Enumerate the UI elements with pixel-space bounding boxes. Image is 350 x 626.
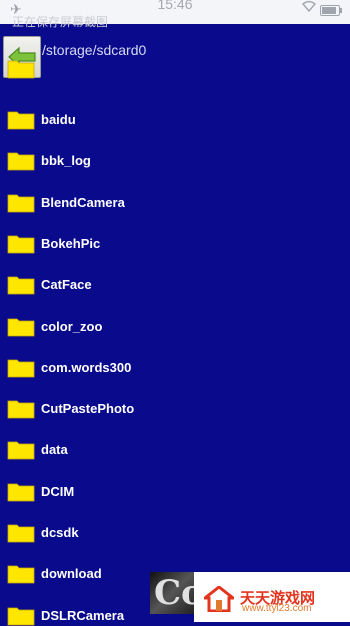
folder-icon bbox=[7, 60, 35, 79]
watermark-brand: 天天游戏网 www.ttyl23.com bbox=[194, 572, 350, 622]
file-name: CutPastePhoto bbox=[41, 401, 135, 417]
file-name: bbk_log bbox=[41, 153, 91, 169]
watermark: Co 天天游戏网 www.ttyl23.com bbox=[150, 572, 350, 622]
list-item[interactable]: dcsdk bbox=[0, 499, 350, 543]
battery-icon bbox=[320, 5, 342, 16]
list-item[interactable]: BlendCamera bbox=[0, 169, 350, 212]
list-item[interactable]: color_zoo bbox=[0, 293, 350, 336]
house-logo-icon bbox=[204, 586, 234, 612]
file-name: CatFace bbox=[41, 277, 92, 293]
file-name: DSLRCamera bbox=[41, 607, 125, 623]
list-item[interactable]: CatFace bbox=[0, 251, 350, 295]
folder-icon bbox=[7, 607, 35, 625]
status-time: 15:46 bbox=[157, 0, 193, 12]
file-name: download bbox=[41, 566, 102, 582]
list-item[interactable]: BokehPic bbox=[0, 210, 350, 254]
file-name: color_zoo bbox=[41, 318, 103, 334]
file-name: data bbox=[41, 442, 68, 458]
file-name: BlendCamera bbox=[41, 194, 125, 210]
file-name: DCIM bbox=[41, 483, 75, 499]
list-item[interactable]: baidu bbox=[0, 86, 350, 130]
list-item[interactable]: data bbox=[0, 416, 350, 460]
file-name: dcsdk bbox=[41, 525, 79, 540]
file-name: com.words300 bbox=[41, 359, 132, 375]
file-name: BokehPic bbox=[41, 235, 101, 251]
file-name: baidu bbox=[41, 112, 76, 127]
list-item[interactable]: bbk_log bbox=[0, 127, 350, 171]
list-item[interactable]: com.words300 bbox=[0, 334, 350, 378]
list-item[interactable]: CutPastePhoto bbox=[0, 375, 350, 419]
watermark-url: www.ttyl23.com bbox=[242, 603, 312, 614]
watermark-letters: Co bbox=[150, 572, 194, 614]
list-item[interactable]: DCIM bbox=[0, 458, 350, 502]
wifi-icon bbox=[302, 0, 316, 15]
current-path: /storage/sdcard0 bbox=[42, 42, 147, 58]
status-bar: ✈ 15:46 正在保存屏幕截图 bbox=[0, 0, 350, 29]
